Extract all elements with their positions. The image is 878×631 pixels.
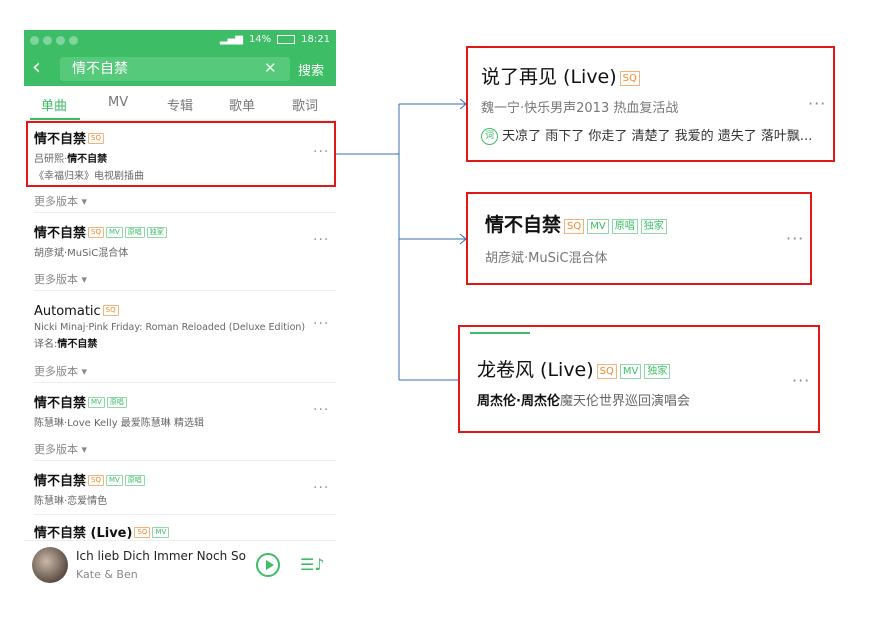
lyric-snippet: 天凉了 雨下了 你走了 清楚了 我爱的 遗失了 落叶飘...	[502, 129, 813, 144]
sq-badge: SQ	[564, 219, 585, 234]
result-card-song[interactable]: 情不自禁 SQ MV 原唱 独家 胡彦斌·MuSiC混合体 ···	[466, 192, 812, 285]
result-card-live[interactable]: 龙卷风 (Live) SQ MV 独家 周杰伦·周杰伦魔天伦世界巡回演唱会 ···	[458, 325, 820, 433]
card-title: 龙卷风 (Live)	[477, 359, 594, 381]
card-subtitle: 魏一宁·快乐男声2013 热血复活战	[481, 101, 679, 116]
sq-badge: SQ	[619, 71, 640, 86]
card-album: 魔天伦世界巡回演唱会	[559, 394, 690, 409]
more-options-icon[interactable]: ···	[792, 371, 810, 390]
card-artist: 周杰伦·周杰伦	[477, 394, 560, 409]
card-subtitle: 胡彦斌·MuSiC混合体	[485, 251, 608, 266]
sq-badge: SQ	[596, 364, 617, 379]
original-badge: 原唱	[611, 219, 638, 234]
active-indicator	[470, 332, 530, 334]
mv-badge: MV	[619, 364, 642, 379]
exclusive-badge: 独家	[640, 219, 667, 234]
lyric-badge-icon: 词	[481, 128, 498, 145]
exclusive-badge: 独家	[644, 364, 671, 379]
more-options-icon[interactable]: ···	[808, 94, 826, 113]
card-title: 情不自禁	[485, 214, 562, 236]
card-title: 说了再见 (Live)	[481, 66, 617, 88]
more-options-icon[interactable]: ···	[786, 229, 804, 248]
mv-badge: MV	[587, 219, 609, 234]
result-card-lyric[interactable]: 说了再见 (Live) SQ 魏一宁·快乐男声2013 热血复活战 词 天凉了 雨…	[466, 46, 835, 162]
